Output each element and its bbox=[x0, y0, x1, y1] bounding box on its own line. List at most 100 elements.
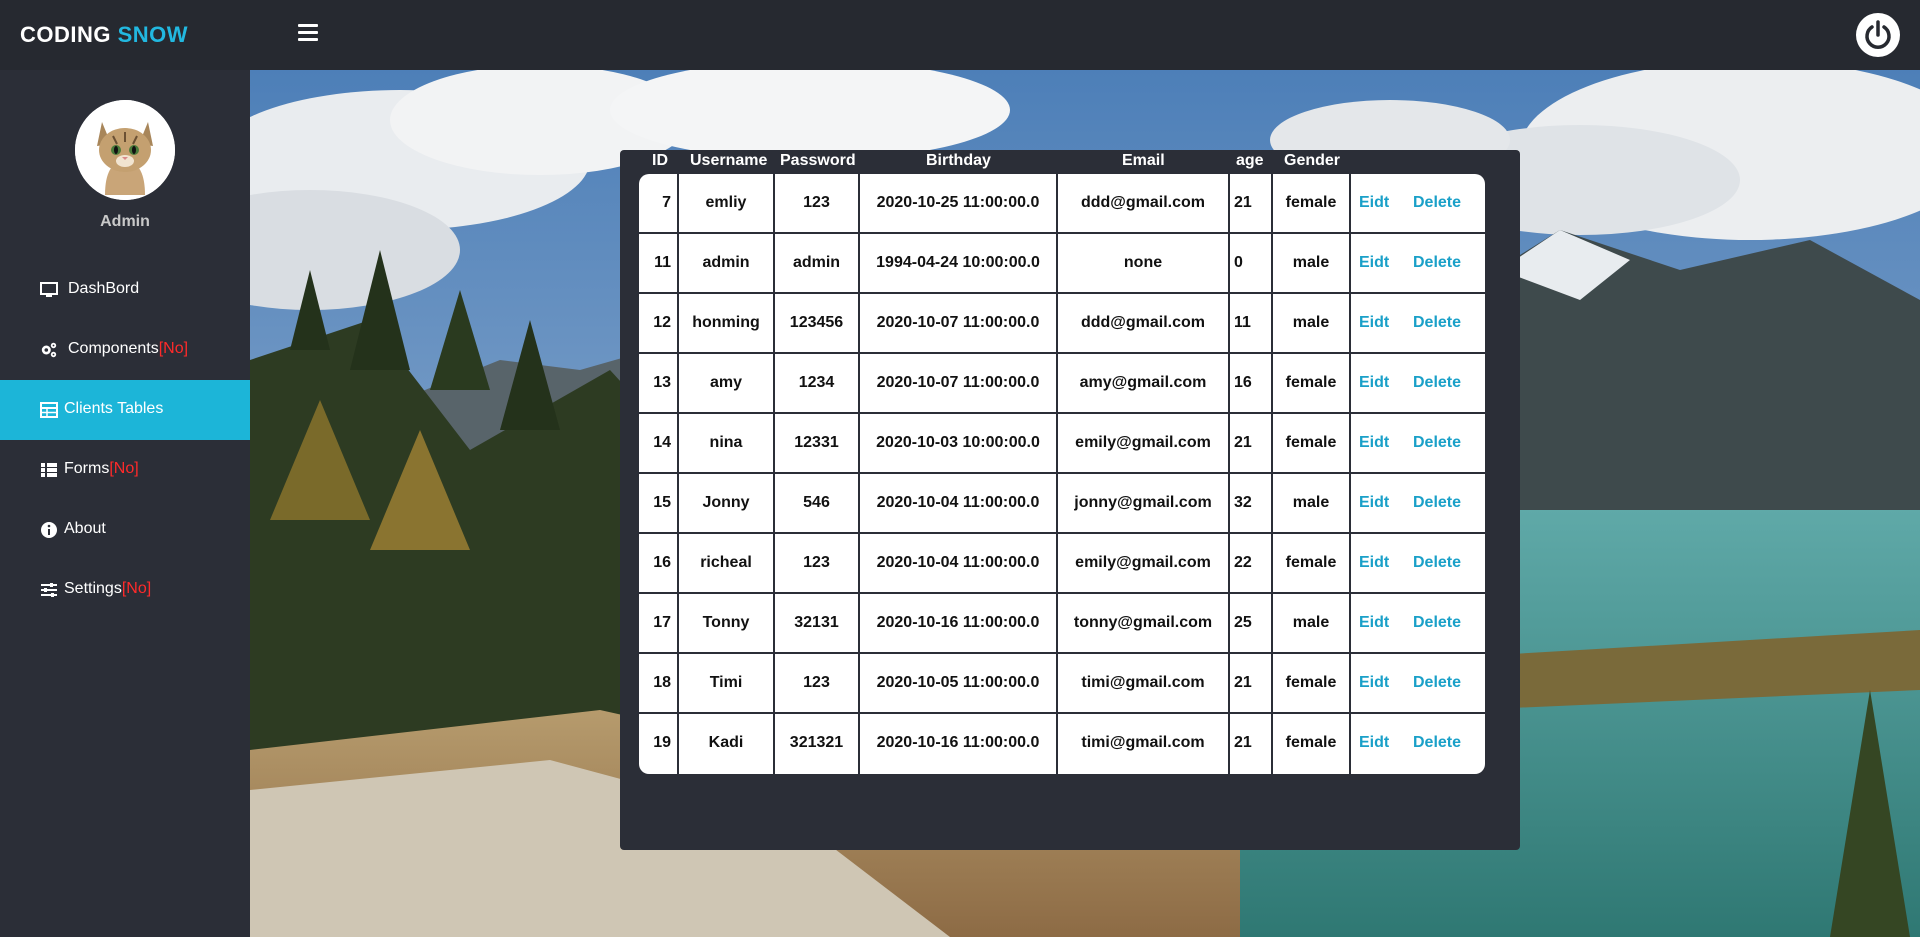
cell-age: 32 bbox=[1230, 474, 1273, 534]
cell-email: amy@gmail.com bbox=[1058, 354, 1230, 414]
cell-email: emily@gmail.com bbox=[1058, 414, 1230, 474]
delete-link[interactable]: Delete bbox=[1413, 714, 1461, 772]
cell-birthday: 2020-10-03 10:00:00.0 bbox=[860, 414, 1058, 474]
cell-id: 19 bbox=[639, 714, 679, 774]
header-age: age bbox=[1236, 152, 1264, 169]
sidebar-item-label: Clients Tables bbox=[64, 400, 164, 417]
cat-avatar-image bbox=[75, 100, 175, 200]
cell-password: admin bbox=[775, 234, 860, 294]
sidebar-item-dashbord[interactable]: DashBord bbox=[0, 260, 250, 320]
power-icon bbox=[1865, 20, 1891, 49]
cell-age: 0 bbox=[1230, 234, 1273, 294]
power-button[interactable] bbox=[1856, 13, 1900, 57]
table-icon bbox=[40, 402, 58, 418]
cell-gender: female bbox=[1273, 534, 1351, 594]
cell-age: 21 bbox=[1230, 414, 1273, 474]
table-body: 7 emliy 123 2020-10-25 11:00:00.0 ddd@gmail.… bbox=[639, 174, 1485, 774]
cell-birthday: 2020-10-04 11:00:00.0 bbox=[860, 534, 1058, 594]
delete-link[interactable]: Delete bbox=[1413, 474, 1461, 532]
sidebar-item-about[interactable]: About bbox=[0, 500, 250, 560]
edit-link[interactable]: Eidt bbox=[1359, 294, 1389, 352]
table-row: 13 amy 1234 2020-10-07 11:00:00.0 amy@gmail.… bbox=[639, 354, 1485, 414]
table-row: 14 nina 12331 2020-10-03 10:00:00.0 emily@gm… bbox=[639, 414, 1485, 474]
cell-password: 123 bbox=[775, 174, 860, 234]
cell-birthday: 2020-10-05 11:00:00.0 bbox=[860, 654, 1058, 714]
delete-link[interactable]: Delete bbox=[1413, 354, 1461, 412]
cell-age: 21 bbox=[1230, 714, 1273, 774]
clients-table-panel: ID Username Password Birthday Email age … bbox=[620, 150, 1520, 850]
cell-birthday: 2020-10-16 11:00:00.0 bbox=[860, 594, 1058, 654]
edit-link[interactable]: Eidt bbox=[1359, 354, 1389, 412]
sidebar-item-label: Forms[No] bbox=[64, 460, 139, 477]
cell-age: 21 bbox=[1230, 654, 1273, 714]
table-row: 17 Tonny 32131 2020-10-16 11:00:00.0 tonny@g… bbox=[639, 594, 1485, 654]
cell-id: 12 bbox=[639, 294, 679, 354]
cell-gender: male bbox=[1273, 294, 1351, 354]
cell-email: ddd@gmail.com bbox=[1058, 174, 1230, 234]
sidebar-item-label: DashBord bbox=[68, 280, 140, 297]
header-email: Email bbox=[1122, 152, 1165, 169]
delete-link[interactable]: Delete bbox=[1413, 534, 1461, 592]
delete-link[interactable]: Delete bbox=[1413, 174, 1461, 232]
brand-logo[interactable]: CODING SNOW bbox=[20, 22, 188, 48]
header-gender: Gender bbox=[1284, 152, 1341, 169]
cell-password: 123 bbox=[775, 654, 860, 714]
cell-id: 7 bbox=[639, 174, 679, 234]
cell-email: timi@gmail.com bbox=[1058, 654, 1230, 714]
monitor-icon bbox=[40, 282, 58, 297]
delete-link[interactable]: Delete bbox=[1413, 654, 1461, 712]
cell-age: 16 bbox=[1230, 354, 1273, 414]
brand-part2: SNOW bbox=[117, 22, 189, 47]
menu-toggle-icon[interactable] bbox=[298, 24, 318, 44]
cell-username: Jonny bbox=[679, 474, 775, 534]
cell-gender: male bbox=[1273, 594, 1351, 654]
edit-link[interactable]: Eidt bbox=[1359, 174, 1389, 232]
delete-link[interactable]: Delete bbox=[1413, 294, 1461, 352]
cell-username: Tonny bbox=[679, 594, 775, 654]
edit-link[interactable]: Eidt bbox=[1359, 594, 1389, 652]
cell-id: 16 bbox=[639, 534, 679, 594]
cell-gender: male bbox=[1273, 234, 1351, 294]
cell-password: 321321 bbox=[775, 714, 860, 774]
edit-link[interactable]: Eidt bbox=[1359, 474, 1389, 532]
cell-username: amy bbox=[679, 354, 775, 414]
sidebar-item-clients-tables[interactable]: Clients Tables bbox=[0, 380, 250, 440]
cell-password: 546 bbox=[775, 474, 860, 534]
sliders-icon bbox=[41, 583, 57, 597]
gears-icon bbox=[41, 342, 57, 358]
cell-email: ddd@gmail.com bbox=[1058, 294, 1230, 354]
delete-link[interactable]: Delete bbox=[1413, 234, 1461, 292]
cell-gender: female bbox=[1273, 714, 1351, 774]
cell-id: 14 bbox=[639, 414, 679, 474]
brand-part1: CODING bbox=[20, 22, 111, 47]
table-row: 11 admin admin 1994-04-24 10:00:00.0 none 0 ma… bbox=[639, 234, 1485, 294]
edit-link[interactable]: Eidt bbox=[1359, 414, 1389, 472]
cell-username: Timi bbox=[679, 654, 775, 714]
sidebar-item-settings[interactable]: Settings[No] bbox=[0, 560, 250, 620]
cell-username: nina bbox=[679, 414, 775, 474]
table-row: 15 Jonny 546 2020-10-04 11:00:00.0 jonny@gma… bbox=[639, 474, 1485, 534]
cell-gender: female bbox=[1273, 654, 1351, 714]
avatar[interactable] bbox=[75, 100, 175, 200]
cell-password: 123 bbox=[775, 534, 860, 594]
header-password: Password bbox=[780, 152, 856, 169]
edit-link[interactable]: Eidt bbox=[1359, 714, 1389, 772]
edit-link[interactable]: Eidt bbox=[1359, 234, 1389, 292]
delete-link[interactable]: Delete bbox=[1413, 414, 1461, 472]
sidebar-item-components[interactable]: Components[No] bbox=[0, 320, 250, 380]
cell-email: none bbox=[1058, 234, 1230, 294]
sidebar-item-forms[interactable]: Forms[No] bbox=[0, 440, 250, 500]
sidebar: Admin DashBord Components[No] Clients Ta… bbox=[0, 70, 250, 937]
cell-id: 13 bbox=[639, 354, 679, 414]
cell-password: 12331 bbox=[775, 414, 860, 474]
cell-age: 22 bbox=[1230, 534, 1273, 594]
edit-link[interactable]: Eidt bbox=[1359, 534, 1389, 592]
cell-username: richeal bbox=[679, 534, 775, 594]
cell-birthday: 2020-10-04 11:00:00.0 bbox=[860, 474, 1058, 534]
delete-link[interactable]: Delete bbox=[1413, 594, 1461, 652]
table-row: 12 honming 123456 2020-10-07 11:00:00.0 ddd@… bbox=[639, 294, 1485, 354]
sidebar-item-label: Components[No] bbox=[68, 340, 189, 357]
cell-gender: male bbox=[1273, 474, 1351, 534]
table-row: 18 Timi 123 2020-10-05 11:00:00.0 timi@gmail… bbox=[639, 654, 1485, 714]
edit-link[interactable]: Eidt bbox=[1359, 654, 1389, 712]
